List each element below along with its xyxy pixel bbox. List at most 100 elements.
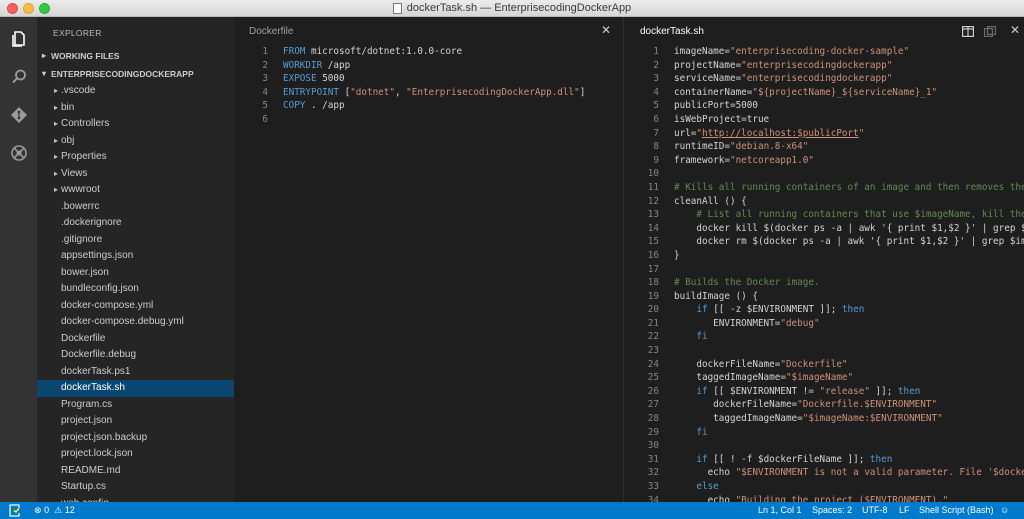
code-area-left[interactable]: 1 FROM microsoft/dotnet:1.0.0-core 2 WORKDI…	[234, 45, 623, 127]
code-token: containerName=	[674, 86, 753, 98]
line-number: 20	[647, 304, 659, 316]
tree-folder[interactable]: ▸ Views	[37, 166, 234, 183]
chevron-right-icon: ▸	[53, 152, 58, 161]
tree-folder[interactable]: ▸ bin	[37, 100, 234, 117]
tree-file-label: project.json	[61, 415, 113, 426]
debug-activity-button[interactable]	[0, 135, 37, 171]
eol-setting[interactable]: LF	[899, 502, 910, 519]
tree-folder[interactable]: ▸ obj	[37, 133, 234, 150]
tree-file[interactable]: Startup.cs	[37, 479, 234, 496]
open-changes-button[interactable]	[984, 24, 997, 42]
code-line: 28 taggedImageName="$imageName:$ENVIRONM…	[625, 412, 1024, 426]
tree-file[interactable]: dockerTask.ps1	[37, 364, 234, 381]
line-number: 23	[647, 345, 659, 357]
code-token: taggedImageName=	[674, 372, 786, 384]
editor-title-dockerfile[interactable]: Dockerfile	[249, 26, 293, 37]
close-editor-button[interactable]: ✕	[1010, 23, 1020, 37]
code-line: 5 COPY . /app	[234, 99, 623, 113]
cursor-position[interactable]: Ln 1, Col 1	[758, 502, 802, 519]
code-line: 3 EXPOSE 5000	[234, 72, 623, 86]
tree-file[interactable]: README.md	[37, 463, 234, 480]
code-line: 7 url="http://localhost:$publicPort"	[625, 127, 1024, 141]
tree-file-label: Program.cs	[61, 398, 113, 410]
code-token: [[ -z $ENVIRONMENT ]];	[707, 304, 842, 316]
close-editor-button[interactable]: ✕	[601, 23, 611, 37]
tree-file[interactable]: appsettings.json	[37, 248, 234, 265]
tree-file[interactable]: .dockerignore	[37, 215, 234, 232]
tree-file[interactable]: project.json	[37, 413, 234, 430]
split-editor-button[interactable]	[962, 24, 975, 42]
chevron-right-icon: ▸	[53, 135, 58, 145]
line-number: 17	[647, 263, 659, 275]
tree-file[interactable]: project.json.backup	[37, 430, 234, 447]
code-token: publicPort=5000	[674, 100, 758, 112]
code-text: ENTRYPOINT ["dotnet", "EnterprisecodingD…	[268, 86, 585, 100]
feedback-button[interactable]	[9, 504, 22, 517]
code-token: # List all running containers that use $…	[674, 209, 1024, 221]
line-number: 12	[647, 195, 659, 207]
code-token: docker rm $(docker ps -a | awk '{ print …	[696, 236, 1024, 248]
code-line: 24 dockerFileName="Dockerfile"	[625, 358, 1024, 372]
tree-file[interactable]: Program.cs	[37, 397, 234, 414]
git-activity-button[interactable]	[0, 97, 37, 133]
code-line: 23	[625, 344, 1024, 358]
tree-file[interactable]: docker-compose.debug.yml	[37, 314, 234, 331]
editor-title-dockertask[interactable]: dockerTask.sh	[640, 26, 704, 37]
tree-file[interactable]: Dockerfile	[37, 331, 234, 348]
tree-file-label: dockerTask.sh	[61, 382, 125, 393]
code-token: "enterprisecodingdockerapp"	[741, 73, 893, 85]
line-number: 1	[653, 46, 659, 57]
search-activity-button[interactable]	[0, 59, 37, 95]
window-minimize-button[interactable]	[23, 3, 34, 14]
language-mode[interactable]: Shell Script (Bash)	[919, 502, 994, 519]
code-text: framework="netcoreapp1.0"	[659, 154, 814, 168]
window-close-button[interactable]	[7, 3, 18, 14]
line-number: 14	[647, 222, 659, 234]
code-text: # Kills all running containers of an ima…	[659, 181, 1024, 195]
indentation-setting[interactable]: Spaces: 2	[812, 502, 852, 519]
code-token: taggedImageName=	[674, 413, 803, 425]
working-files-section[interactable]: ▸ WORKING FILES	[37, 47, 234, 65]
tree-file[interactable]: .bowerrc	[37, 199, 234, 216]
error-icon: ⊗	[34, 505, 42, 515]
line-number: 6	[653, 113, 659, 125]
code-text: docker rm $(docker ps -a | awk '{ print …	[659, 235, 1024, 249]
line-number: 30	[647, 440, 659, 452]
project-section[interactable]: ▾ ENTERPRISECODINGDOCKERAPP	[37, 65, 234, 83]
files-icon	[11, 31, 25, 47]
code-token: if	[696, 453, 708, 465]
code-area-right[interactable]: 1 imageName="enterprisecoding-docker-samp…	[625, 45, 1024, 502]
window-maximize-button[interactable]	[39, 3, 50, 14]
tree-folder[interactable]: ▸ wwwroot	[37, 182, 234, 199]
tree-folder[interactable]: ▸ Properties	[37, 149, 234, 166]
tree-file[interactable]: docker-compose.yml	[37, 298, 234, 315]
tree-folder[interactable]: ▸ Controllers	[37, 116, 234, 133]
tree-file[interactable]: .gitignore	[37, 232, 234, 249]
line-number: 22	[647, 331, 659, 343]
tree-file[interactable]: Dockerfile.debug	[37, 347, 234, 364]
code-token: projectName=	[674, 59, 742, 71]
tree-file[interactable]: project.lock.json	[37, 446, 234, 463]
line-number: 15	[647, 236, 659, 248]
code-token: [	[338, 86, 351, 98]
code-token: ]];	[869, 385, 898, 397]
line-number: 9	[653, 154, 659, 166]
problems-status[interactable]: ⊗ 0 ⚠ 12	[34, 502, 75, 519]
smiley-icon[interactable]: ☺	[1000, 502, 1009, 519]
line-number: 25	[647, 372, 659, 384]
tree-file[interactable]: dockerTask.sh	[37, 380, 234, 397]
tree-file[interactable]: bower.json	[37, 265, 234, 282]
line-number: 33	[647, 481, 659, 492]
encoding-setting[interactable]: UTF-8	[862, 502, 888, 519]
tree-file-label: .dockerignore	[61, 217, 122, 228]
line-number: 18	[647, 277, 659, 289]
explorer-activity-button[interactable]	[0, 21, 37, 57]
file-tree: ▸ .vscode ▸ bin ▸ Controllers ▸ obj ▸ Properties ▸…	[37, 83, 234, 502]
code-token: "$ENVIRONMENT is not a valid parameter. …	[735, 467, 1024, 479]
chevron-down-icon: ▾	[41, 69, 46, 78]
tree-folder[interactable]: ▸ .vscode	[37, 83, 234, 100]
tree-file-label: bundleconfig.json	[61, 283, 139, 294]
tree-file[interactable]: bundleconfig.json	[37, 281, 234, 298]
